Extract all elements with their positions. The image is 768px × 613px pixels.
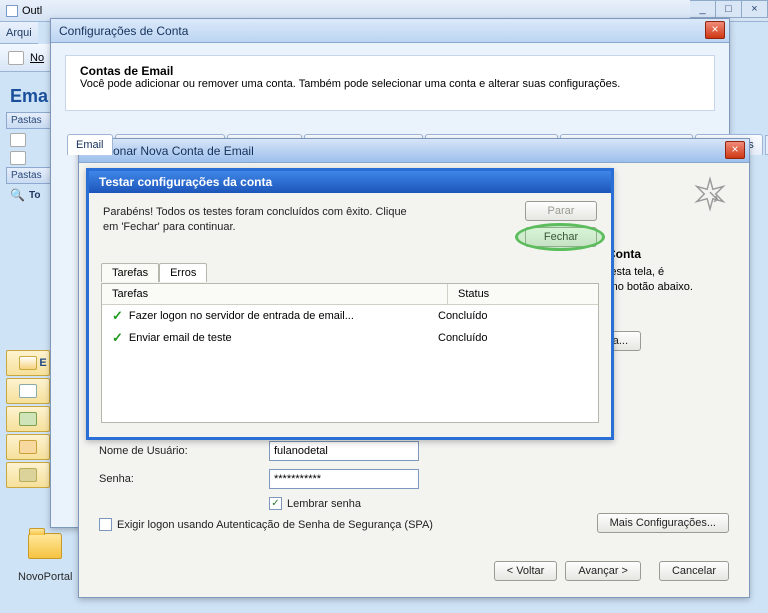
wizard-buttons: < Voltar Avançar > Cancelar <box>494 561 729 581</box>
accounts-sub: Você pode adicionar ou remover uma conta… <box>80 78 620 90</box>
task-row: ✓ Fazer logon no servidor de entrada de … <box>102 305 598 327</box>
check-icon: ✓ <box>112 330 123 346</box>
minimize-icon[interactable]: _ <box>690 0 716 18</box>
new-icon[interactable] <box>8 51 24 65</box>
task-status: Concluído <box>438 332 588 344</box>
shortcut-calendar[interactable] <box>6 378 50 404</box>
nav-header-mail[interactable]: Pastas <box>6 167 56 184</box>
menubar: Arqui <box>0 22 38 44</box>
task-row: ✓ Enviar email de teste Concluído <box>102 327 598 349</box>
toolbar-new[interactable]: No <box>30 52 44 64</box>
username-field[interactable] <box>269 441 419 461</box>
password-label: Senha: <box>99 473 269 485</box>
username-label: Nome de Usuário: <box>99 445 269 457</box>
cursor-star-icon <box>691 175 729 213</box>
folder-icon <box>10 151 26 165</box>
account-settings-header: Contas de Email Você pode adicionar ou r… <box>65 55 715 111</box>
tab-errors[interactable]: Erros <box>159 263 207 282</box>
close-icon[interactable]: × <box>705 21 725 39</box>
spa-checkbox[interactable] <box>99 518 112 531</box>
desktop-folder-label: NovoPortal <box>18 571 72 583</box>
close-icon[interactable]: × <box>725 141 745 159</box>
spa-label: Exigir logon usando Autenticação de Senh… <box>117 519 437 531</box>
cancel-button[interactable]: Cancelar <box>659 561 729 581</box>
maximize-icon[interactable]: □ <box>716 0 742 18</box>
shortcut-more[interactable] <box>6 462 50 488</box>
next-button[interactable]: Avançar > <box>565 561 641 581</box>
shortcut-tasks[interactable] <box>6 434 50 460</box>
outlook-title: Outl <box>22 5 42 17</box>
tab-email[interactable]: Email <box>67 134 113 155</box>
nav-shortcuts: E <box>6 350 50 488</box>
account-settings-titlebar: Configurações de Conta × <box>51 19 729 43</box>
accounts-heading: Contas de Email <box>80 64 173 78</box>
shortcut-contacts[interactable] <box>6 406 50 432</box>
task-panel: Tarefas Status ✓ Fazer logon no servidor… <box>101 283 599 423</box>
task-header: Tarefas Status <box>102 284 598 305</box>
close-button[interactable]: Fechar <box>525 227 597 247</box>
nav-header-fav[interactable]: Pastas <box>6 112 56 129</box>
remember-checkbox[interactable] <box>269 497 282 510</box>
remember-label: Lembrar senha <box>287 498 361 510</box>
test-settings-titlebar: Testar configurações da conta <box>89 171 611 193</box>
nav-search[interactable]: To <box>29 190 40 201</box>
account-settings-title: Configurações de Conta <box>59 24 188 38</box>
col-status: Status <box>448 284 598 304</box>
window-controls: _ □ × <box>690 0 768 18</box>
back-button[interactable]: < Voltar <box>494 561 558 581</box>
test-settings-title: Testar configurações da conta <box>99 175 272 189</box>
desktop-folder-icon[interactable] <box>28 533 62 559</box>
stop-button: Parar <box>525 201 597 221</box>
folder-icon <box>10 133 26 147</box>
col-tasks: Tarefas <box>102 284 448 304</box>
test-result-message: Parabéns! Todos os testes foram concluíd… <box>103 205 423 236</box>
outlook-icon <box>6 5 18 17</box>
task-name: Enviar email de teste <box>129 332 438 344</box>
add-account-titlebar: Adicionar Nova Conta de Email × <box>79 139 749 163</box>
shortcut-mail[interactable]: E <box>6 350 50 376</box>
nav-title: Ema <box>10 86 48 107</box>
check-icon: ✓ <box>112 308 123 324</box>
menu-file[interactable]: Arqui <box>6 27 32 39</box>
tab-tasks[interactable]: Tarefas <box>101 263 159 282</box>
task-name: Fazer logon no servidor de entrada de em… <box>129 310 438 322</box>
task-status: Concluído <box>438 310 588 322</box>
close-icon[interactable]: × <box>742 0 768 18</box>
test-settings-dialog: Testar configurações da conta Parabéns! … <box>86 168 614 440</box>
password-field[interactable] <box>269 469 419 489</box>
test-tabs: Tarefas Erros <box>101 263 207 282</box>
